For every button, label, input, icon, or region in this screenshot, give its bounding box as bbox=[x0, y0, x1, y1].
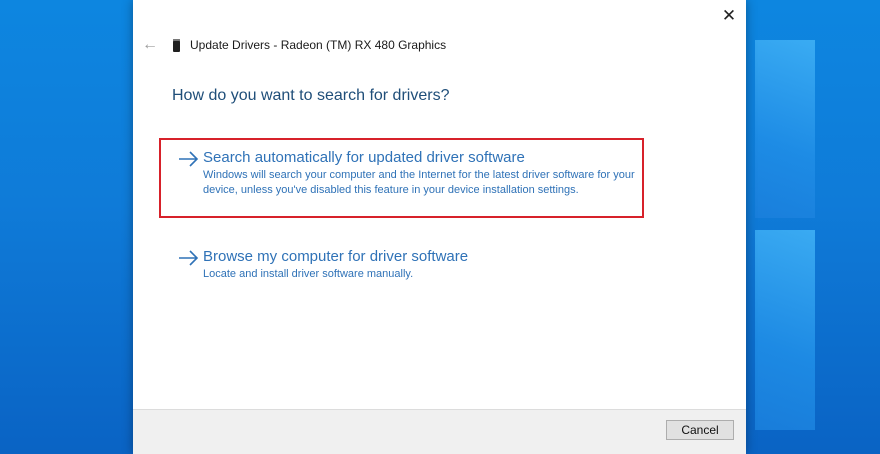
back-arrow-icon[interactable]: ← bbox=[142, 36, 158, 54]
option-title: Search automatically for updated driver … bbox=[203, 149, 525, 166]
search-automatically-option[interactable]: Search automatically for updated driver … bbox=[159, 138, 644, 218]
page-question: How do you want to search for drivers? bbox=[172, 87, 450, 104]
cancel-button[interactable]: Cancel bbox=[666, 420, 734, 440]
windows-logo bbox=[745, 0, 880, 454]
dialog-title: Update Drivers - Radeon (TM) RX 480 Grap… bbox=[190, 38, 447, 52]
dialog-header: Update Drivers - Radeon (TM) RX 480 Grap… bbox=[173, 38, 446, 52]
windows-logo-pane bbox=[755, 230, 815, 430]
option-title: Browse my computer for driver software bbox=[203, 248, 469, 265]
dialog-footer: Cancel bbox=[133, 409, 746, 454]
close-icon[interactable]: ✕ bbox=[718, 5, 740, 27]
option-description: Windows will search your computer and th… bbox=[203, 169, 635, 196]
arrow-right-icon bbox=[179, 151, 199, 167]
option-description: Locate and install driver software manua… bbox=[203, 268, 414, 280]
browse-computer-option[interactable]: Browse my computer for driver software L… bbox=[159, 248, 644, 288]
arrow-right-icon bbox=[179, 250, 199, 266]
device-icon bbox=[173, 38, 180, 52]
windows-logo-pane bbox=[755, 40, 815, 218]
update-drivers-dialog: ✕ ← Update Drivers - Radeon (TM) RX 480 … bbox=[133, 0, 746, 454]
